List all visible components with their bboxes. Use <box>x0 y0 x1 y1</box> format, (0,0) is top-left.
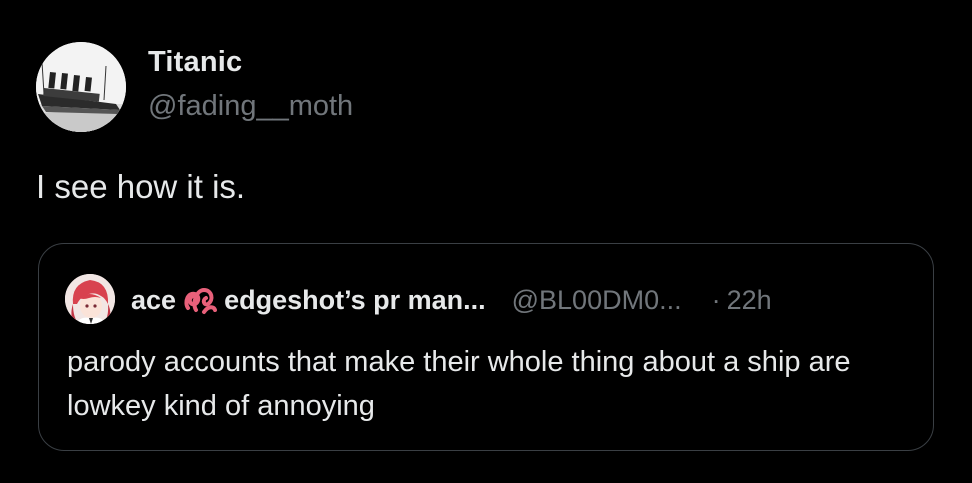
user-handle[interactable]: @fading__moth <box>148 90 353 123</box>
display-name[interactable]: Titanic <box>148 46 242 79</box>
quoted-tweet-card[interactable]: ace edgeshot’s pr man... @BL00DM0... · 2… <box>38 243 934 451</box>
quoted-avatar[interactable] <box>65 274 115 324</box>
tweet-text: I see how it is. <box>36 168 246 205</box>
separator-dot: · <box>711 284 721 315</box>
quoted-tweet-text: parody accounts that make their whole th… <box>67 346 851 422</box>
quoted-display-name-suffix[interactable]: edgeshot’s pr man... <box>224 285 486 316</box>
ship-photo-icon <box>36 42 126 132</box>
anime-girl-avatar-icon <box>65 274 115 324</box>
quoted-header: ace edgeshot’s pr man... @BL00DM0... · 2… <box>131 282 772 318</box>
tweet: Titanic @fading__moth I see how it is. a… <box>0 0 972 483</box>
pink-knot-icon <box>182 284 218 316</box>
avatar[interactable] <box>36 42 126 132</box>
quoted-timestamp[interactable]: 22h <box>727 285 772 316</box>
quoted-user-handle[interactable]: @BL00DM0... <box>512 285 682 316</box>
quoted-display-name[interactable]: ace <box>131 285 176 316</box>
